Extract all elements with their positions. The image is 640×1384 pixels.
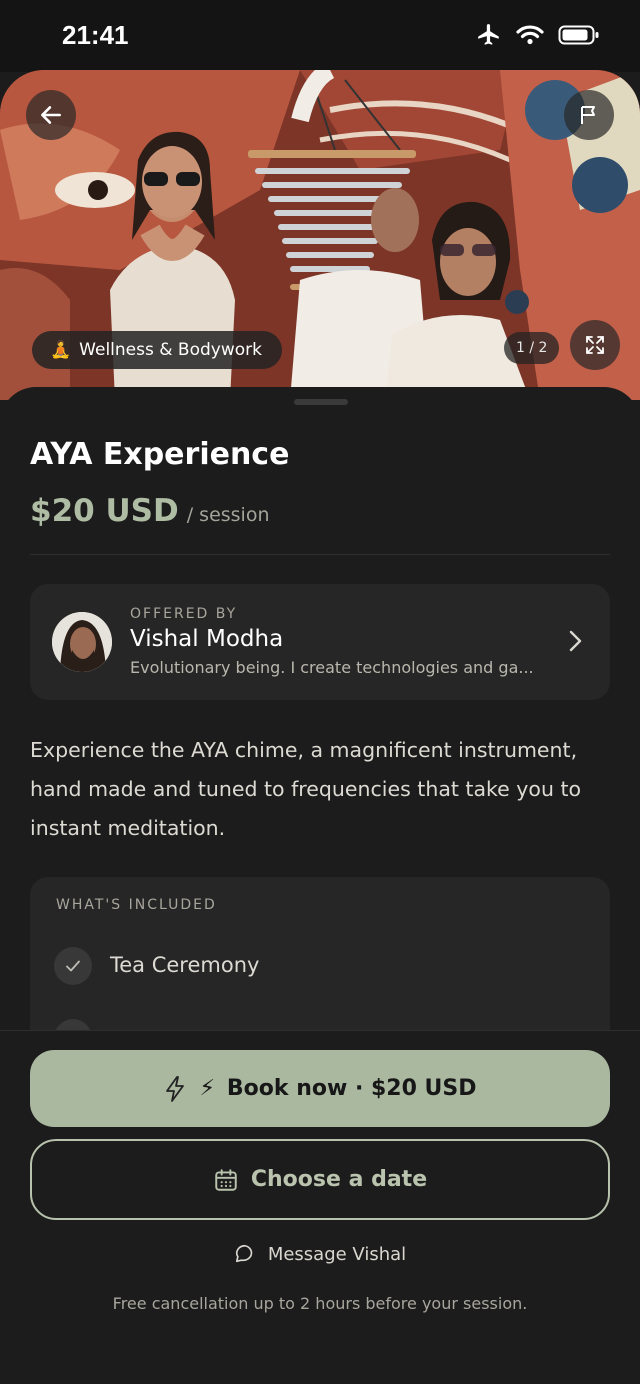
choose-date-label: Choose a date <box>250 1167 428 1192</box>
arrow-left-icon <box>41 106 61 124</box>
avatar <box>52 612 112 672</box>
hero-photo[interactable]: 🧘 Wellness & Bodywork 1 / 2 <box>0 70 640 400</box>
back-button[interactable] <box>26 90 76 140</box>
category-chip[interactable]: 🧘 Wellness & Bodywork <box>32 331 282 369</box>
action-footer: ⚡ Book now · $20 USD Choose a date Messa… <box>0 1030 640 1384</box>
expand-icon <box>586 336 604 354</box>
meditation-icon: 🧘 <box>50 340 72 360</box>
divider <box>30 554 610 555</box>
message-host-link[interactable]: Message Vishal <box>0 1243 640 1265</box>
chevron-right-icon <box>569 630 582 652</box>
host-bio: Evolutionary being. I create technologie… <box>130 658 534 677</box>
report-button[interactable] <box>564 90 614 140</box>
lightning-emoji-icon: ⚡ <box>199 1076 215 1101</box>
airplane-icon <box>478 24 499 45</box>
status-icons <box>476 22 600 48</box>
flag-icon <box>581 106 595 124</box>
price: $20 USD <box>30 493 179 529</box>
chat-bubble-icon <box>235 1244 253 1263</box>
book-now-label: Book now · $20 USD <box>226 1076 477 1101</box>
offered-by-label: OFFERED BY <box>130 606 238 622</box>
cancellation-note: Free cancellation up to 2 hours before y… <box>112 1294 528 1313</box>
choose-date-button[interactable]: Choose a date <box>30 1139 610 1220</box>
status-bar: 21:41 <box>0 0 640 72</box>
price-row: $20 USD / session <box>30 493 270 529</box>
status-time: 21:41 <box>62 20 129 50</box>
price-unit: / session <box>186 504 270 526</box>
battery-icon <box>558 25 599 45</box>
book-now-button[interactable]: ⚡ Book now · $20 USD <box>30 1050 610 1127</box>
calendar-icon <box>215 1168 237 1191</box>
listing-description: Experience the AYA chime, a magnificent … <box>30 738 582 840</box>
included-item: Tea Ceremony <box>110 953 260 977</box>
photo-page-counter: 1 / 2 <box>504 332 560 364</box>
sheet-grabber[interactable] <box>294 399 348 405</box>
lightning-outline-icon <box>166 1075 185 1102</box>
wifi-icon <box>516 25 544 45</box>
message-host-label: Message Vishal <box>267 1243 407 1265</box>
fullscreen-button[interactable] <box>570 320 620 370</box>
listing-title: AYA Experience <box>30 437 290 472</box>
host-card[interactable]: OFFERED BY Vishal Modha Evolutionary bei… <box>30 584 610 700</box>
host-name: Vishal Modha <box>130 626 284 652</box>
whats-included-heading: WHAT'S INCLUDED <box>56 897 217 913</box>
check-icon <box>54 947 92 985</box>
category-label: Wellness & Bodywork <box>79 340 262 360</box>
